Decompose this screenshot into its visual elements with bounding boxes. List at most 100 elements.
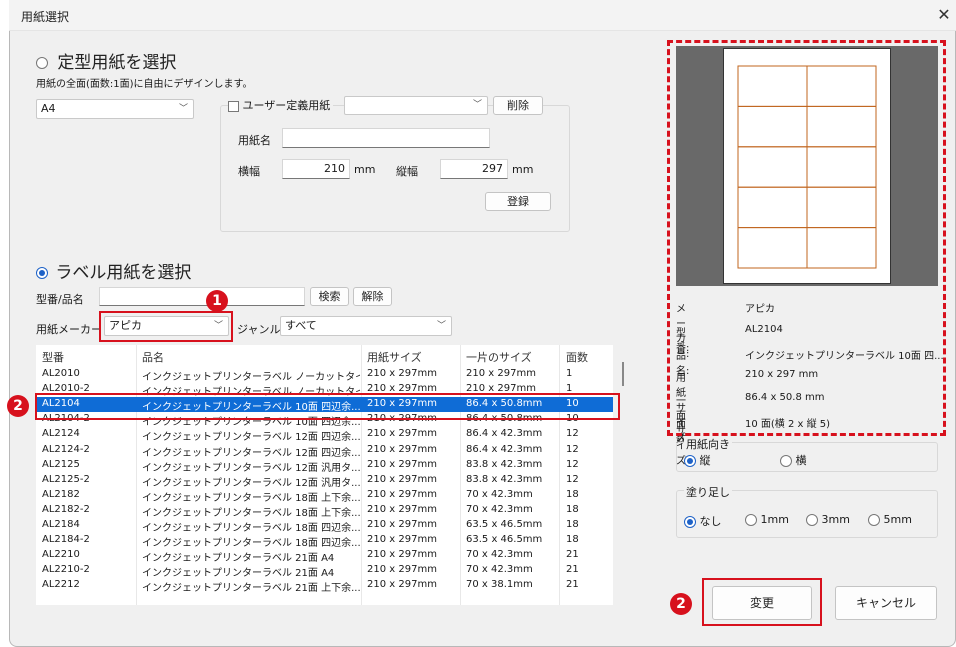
row-piece-size: 86.4 x 42.3mm bbox=[466, 428, 543, 440]
radio-icon bbox=[868, 514, 880, 526]
header-paper-size[interactable]: 用紙サイズ bbox=[367, 349, 422, 365]
table-row[interactable]: AL2125 インクジェットプリンターラベル 12面 汎用タ... 210 x 29… bbox=[36, 458, 613, 474]
orientation-landscape-radio[interactable]: 横 bbox=[780, 452, 807, 468]
user-defined-checkbox[interactable]: ユーザー定義用紙 bbox=[228, 97, 334, 113]
table-row[interactable]: AL2182 インクジェットプリンターラベル 18面 上下余... 210 x 29… bbox=[36, 488, 613, 504]
clear-button[interactable]: 解除 bbox=[353, 287, 392, 306]
orientation-portrait-radio[interactable]: 縦 bbox=[684, 452, 711, 468]
row-model: AL2182 bbox=[42, 488, 80, 500]
row-faces: 18 bbox=[566, 503, 579, 515]
bleed-none-radio[interactable]: なし bbox=[684, 513, 722, 529]
maker-label: 用紙メーカー bbox=[36, 323, 102, 336]
standard-description: 用紙の全面(面数:1面)に自由にデザインします。 bbox=[36, 79, 253, 90]
bleed-none-label: なし bbox=[699, 515, 722, 528]
table-row[interactable]: AL2010 インクジェットプリンターラベル ノーカットタイプ... 210 x 2… bbox=[36, 367, 613, 383]
table-row[interactable]: AL2125-2 インクジェットプリンターラベル 12面 汎用タ... 210 x … bbox=[36, 473, 613, 489]
bleed-3mm-radio[interactable]: 3mm bbox=[806, 513, 850, 526]
row-faces: 21 bbox=[566, 579, 579, 591]
orientation-label: 用紙向き bbox=[684, 436, 732, 452]
genre-select[interactable]: すべて ﹀ bbox=[280, 316, 452, 336]
row-piece-size: 83.8 x 42.3mm bbox=[466, 473, 543, 485]
radio-icon bbox=[806, 514, 818, 526]
bleed-1mm-radio[interactable]: 1mm bbox=[745, 513, 789, 526]
search-button[interactable]: 検索 bbox=[310, 287, 349, 306]
label-paper-label: ラベル用紙を選択 bbox=[55, 263, 192, 283]
portrait-label: 縦 bbox=[699, 454, 711, 467]
genre-label: ジャンル bbox=[237, 323, 281, 336]
title-bar: 用紙選択 ✕ bbox=[9, 0, 956, 31]
register-button[interactable]: 登録 bbox=[485, 192, 551, 211]
row-name: インクジェットプリンターラベル 18面 四辺余... bbox=[142, 538, 360, 550]
table-row[interactable]: AL2210-2 インクジェットプリンターラベル 21面 A4 210 x 297m… bbox=[36, 563, 613, 580]
row-name: インクジェットプリンターラベル ノーカットタイプ... bbox=[142, 372, 360, 383]
row-piece-size: 70 x 42.3mm bbox=[466, 549, 533, 561]
row-faces: 12 bbox=[566, 473, 579, 485]
paper-name-input[interactable] bbox=[282, 128, 490, 148]
table-row[interactable]: AL2212 インクジェットプリンターラベル 21面 上下余... 210 x 29… bbox=[36, 578, 613, 594]
paper-size-value: A4 bbox=[41, 102, 56, 115]
row-paper-size: 210 x 297mm bbox=[367, 428, 437, 440]
chevron-down-icon: ﹀ bbox=[178, 104, 188, 114]
row-piece-size: 70 x 38.1mm bbox=[466, 579, 533, 591]
width-input[interactable]: 210 bbox=[282, 159, 350, 179]
row-model: AL2125-2 bbox=[42, 473, 90, 485]
bleed-5mm-radio[interactable]: 5mm bbox=[868, 513, 912, 526]
row-piece-size: 63.5 x 46.5mm bbox=[466, 534, 543, 546]
annotation-highlight-ok bbox=[702, 578, 822, 626]
user-defined-select[interactable]: ﹀ bbox=[344, 96, 488, 115]
annotation-highlight-maker bbox=[99, 311, 233, 342]
row-paper-size: 210 x 297mm bbox=[367, 534, 437, 546]
row-faces: 12 bbox=[566, 458, 579, 470]
row-name: インクジェットプリンターラベル 12面 四辺余... bbox=[142, 432, 360, 444]
bleed-5mm-label: 5mm bbox=[883, 513, 912, 526]
row-name: インクジェットプリンターラベル 21面 A4 bbox=[142, 568, 335, 580]
header-name[interactable]: 品名 bbox=[142, 349, 164, 365]
paper-name-label: 用紙名 bbox=[238, 134, 271, 147]
standard-paper-radio[interactable]: 定型用紙を選択 bbox=[36, 48, 176, 73]
height-input[interactable]: 297 bbox=[440, 159, 508, 179]
row-piece-size: 210 x 297mm bbox=[466, 368, 536, 379]
height-label: 縦幅 bbox=[396, 165, 418, 178]
table-row[interactable]: AL2124-2 インクジェットプリンターラベル 12面 四辺余... 210 x … bbox=[36, 443, 613, 459]
annotation-highlight-row bbox=[35, 393, 620, 420]
header-model[interactable]: 型番 bbox=[42, 349, 64, 365]
row-piece-size: 70 x 42.3mm bbox=[466, 564, 533, 576]
bleed-1mm-label: 1mm bbox=[760, 513, 789, 526]
label-paper-radio[interactable]: ラベル用紙を選択 bbox=[36, 258, 191, 283]
row-model: AL2184 bbox=[42, 519, 80, 530]
close-icon[interactable]: ✕ bbox=[934, 5, 954, 25]
table-row[interactable]: AL2124 インクジェットプリンターラベル 12面 四辺余... 210 x 29… bbox=[36, 427, 613, 444]
row-piece-size: 70 x 42.3mm bbox=[466, 488, 533, 500]
annotation-badge-2b: 2 bbox=[670, 593, 692, 615]
table-row[interactable]: AL2184 インクジェットプリンターラベル 18面 四辺余... 210 x 29… bbox=[36, 518, 613, 534]
table-scrollbar[interactable] bbox=[614, 345, 626, 605]
radio-selected-icon bbox=[36, 267, 48, 279]
row-paper-size: 210 x 297mm bbox=[367, 458, 437, 470]
table-row[interactable]: AL2210 インクジェットプリンターラベル 21面 A4 210 x 297mm 7… bbox=[36, 548, 613, 564]
row-name: インクジェットプリンターラベル 12面 汎用タ... bbox=[142, 462, 360, 474]
header-faces[interactable]: 面数 bbox=[566, 349, 588, 365]
model-input[interactable] bbox=[99, 287, 305, 306]
radio-selected-icon bbox=[684, 516, 696, 528]
scroll-thumb[interactable] bbox=[622, 362, 624, 386]
model-label: 型番/品名 bbox=[36, 293, 84, 306]
chevron-down-icon: ﹀ bbox=[436, 321, 446, 331]
row-name: インクジェットプリンターラベル 12面 四辺余... bbox=[142, 447, 360, 459]
row-model: AL2210-2 bbox=[42, 564, 90, 576]
bleed-3mm-label: 3mm bbox=[821, 513, 850, 526]
delete-button[interactable]: 削除 bbox=[493, 96, 543, 115]
table-row[interactable]: AL2182-2 インクジェットプリンターラベル 18面 上下余... 210 x … bbox=[36, 503, 613, 519]
row-paper-size: 210 x 297mm bbox=[367, 519, 437, 530]
table-row[interactable]: AL2184-2 インクジェットプリンターラベル 18面 四辺余... 210 x … bbox=[36, 533, 613, 550]
header-piece-size[interactable]: 一片のサイズ bbox=[466, 349, 532, 365]
row-paper-size: 210 x 297mm bbox=[367, 564, 437, 576]
annotation-badge-1: 1 bbox=[206, 290, 228, 312]
user-defined-label: ユーザー定義用紙 bbox=[242, 99, 331, 112]
row-paper-size: 210 x 297mm bbox=[367, 549, 437, 561]
row-paper-size: 210 x 297mm bbox=[367, 503, 437, 515]
cancel-button[interactable]: キャンセル bbox=[835, 586, 937, 620]
paper-size-select[interactable]: A4 ﹀ bbox=[36, 99, 194, 119]
row-name: インクジェットプリンターラベル 18面 上下余... bbox=[142, 492, 360, 504]
row-faces: 12 bbox=[566, 428, 579, 440]
radio-icon bbox=[745, 514, 757, 526]
